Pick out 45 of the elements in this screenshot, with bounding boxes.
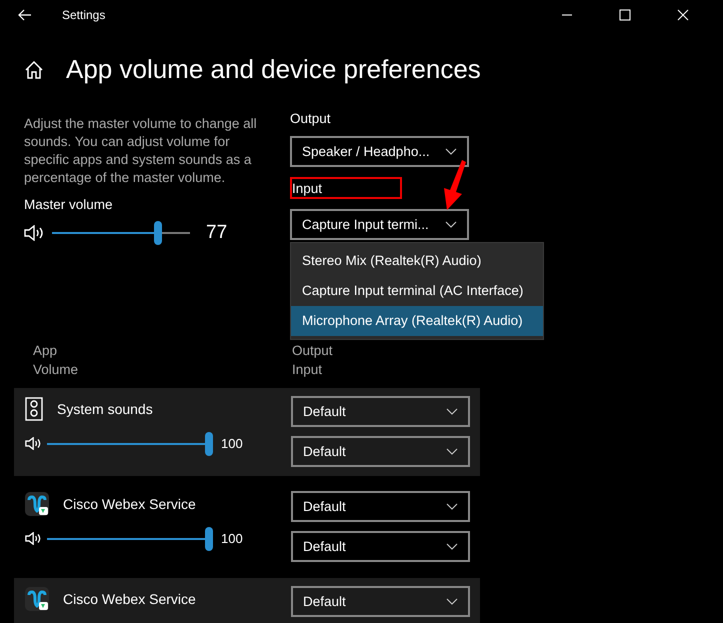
chevron-icon [446, 448, 458, 455]
input-label: Input [290, 177, 402, 199]
back-icon[interactable] [18, 9, 32, 21]
chevron-icon [446, 408, 458, 415]
column-header: Volume [33, 361, 80, 379]
app-name: Cisco Webex Service [63, 496, 196, 512]
column-header: Output [292, 342, 334, 360]
description: Adjust the master volume to change all sounds. You can adjust volume for specific apps and system sounds as a percentage of the master volume. [24, 115, 258, 187]
output-dropdown[interactable]: Default [291, 491, 470, 522]
master-volume-label: Master volume [24, 197, 114, 212]
menu-option[interactable]: Capture Input terminal (AC Interface) [291, 276, 543, 306]
input-dropdown[interactable]: Default [291, 436, 470, 467]
slider-thumb[interactable] [205, 526, 213, 550]
output-dropdown[interactable]: Default [291, 396, 470, 427]
app-icon [25, 587, 49, 611]
slider-thumb[interactable] [205, 432, 213, 456]
close-icon[interactable] [677, 9, 689, 21]
output-dropdown[interactable]: Default [291, 586, 470, 617]
window-title: Settings [62, 8, 106, 22]
master-volume-value: 77 [206, 222, 228, 244]
volume-value: 100 [221, 436, 243, 451]
chevron-icon [446, 598, 458, 605]
column-header: App [33, 342, 58, 360]
volume-value: 100 [221, 531, 243, 546]
input-dropdown[interactable]: Default [291, 531, 470, 562]
app-icon [25, 492, 49, 516]
output-label: Output [290, 111, 332, 126]
speaker-box-icon [25, 397, 43, 421]
app-name: System sounds [57, 401, 153, 417]
home-icon[interactable] [24, 60, 44, 80]
menu-option[interactable]: Stereo Mix (Realtek(R) Audio) [291, 246, 543, 276]
menu-option[interactable]: Microphone Array (Realtek(R) Audio) [291, 306, 543, 336]
maximize-icon[interactable] [619, 9, 631, 21]
chevron-icon [445, 221, 457, 228]
app-name: Cisco Webex Service [63, 591, 196, 607]
column-header: Input [292, 361, 324, 379]
chevron-icon [446, 503, 458, 510]
speaker-icon [25, 437, 43, 450]
speaker-icon [25, 532, 43, 545]
chevron-icon [445, 148, 457, 155]
chevron-icon [446, 543, 458, 550]
output-dropdown[interactable]: Speaker / Headpho... [290, 136, 469, 167]
page-title: App volume and device preferences [66, 54, 481, 85]
slider-thumb[interactable] [154, 221, 162, 245]
input-dropdown[interactable]: Capture Input termi... [290, 209, 469, 240]
